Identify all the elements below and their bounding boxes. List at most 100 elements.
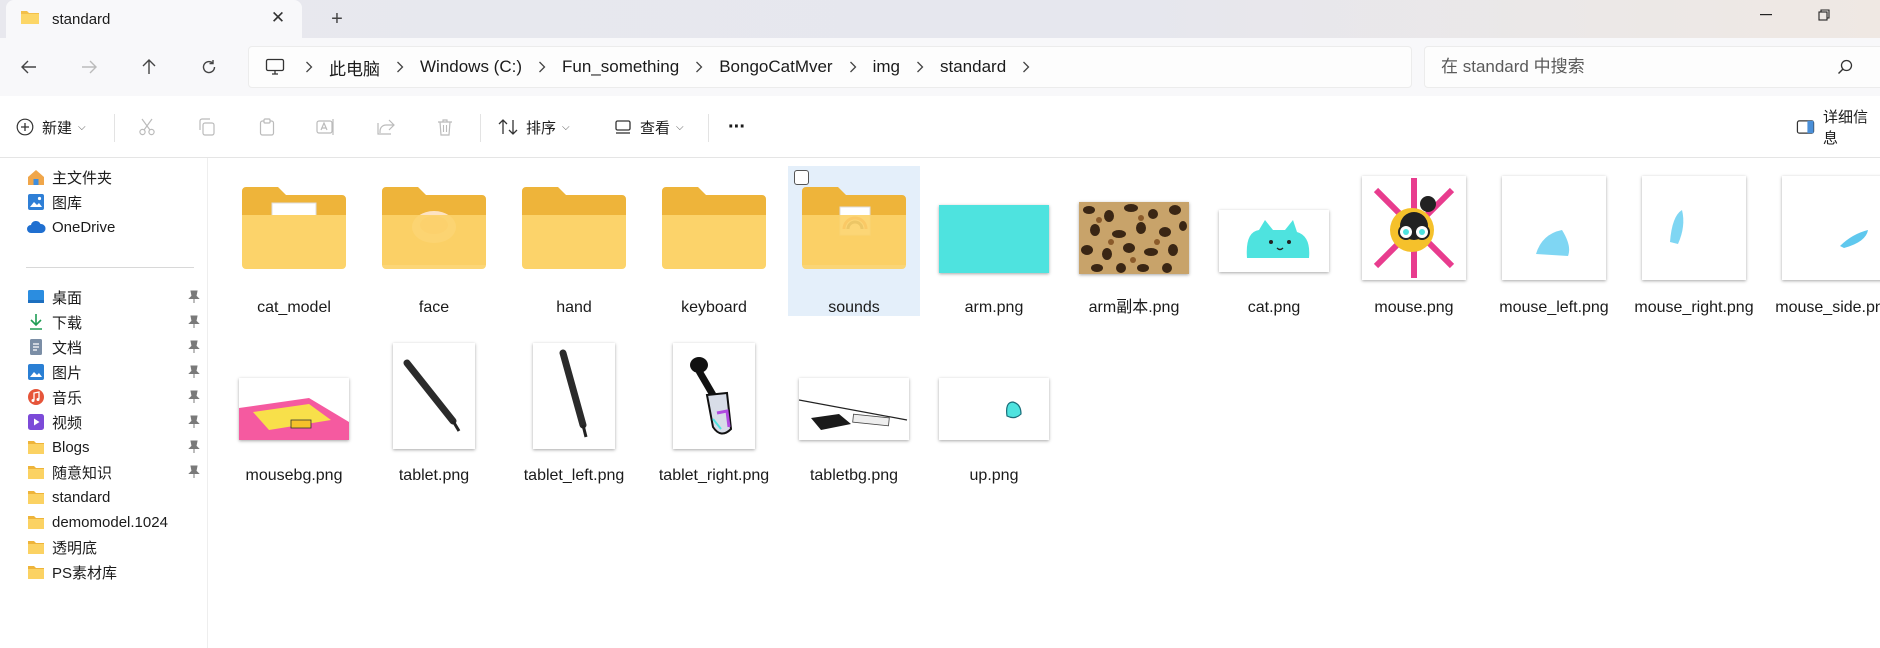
new-button[interactable]: 新建 ⌵ bbox=[16, 110, 86, 144]
file-name: arm.png bbox=[964, 299, 1024, 316]
folder-icon: { } bbox=[236, 170, 352, 286]
file-item-mouse-left[interactable]: mouse_left.png bbox=[1488, 166, 1620, 316]
music-icon bbox=[26, 387, 46, 407]
copy-button[interactable] bbox=[198, 110, 216, 144]
pin-icon[interactable] bbox=[188, 365, 200, 383]
folder-item-sounds[interactable]: sounds bbox=[788, 166, 920, 316]
file-item-mouse-right[interactable]: mouse_right.png bbox=[1628, 166, 1760, 316]
breadcrumb-standard[interactable]: standard bbox=[940, 57, 1006, 77]
folder-icon bbox=[26, 537, 46, 557]
sidebar-item-ps-library[interactable]: PS素材库 bbox=[26, 559, 206, 585]
file-item-tablet[interactable]: tablet.png bbox=[368, 334, 500, 484]
cut-button[interactable] bbox=[138, 110, 156, 144]
new-tab-button[interactable]: + bbox=[324, 6, 350, 32]
restore-icon[interactable] bbox=[1802, 0, 1846, 30]
up-button[interactable] bbox=[134, 52, 164, 82]
chevron-right-icon[interactable] bbox=[305, 61, 313, 73]
pin-icon[interactable] bbox=[188, 390, 200, 408]
chevron-right-icon[interactable] bbox=[538, 61, 546, 73]
delete-button[interactable] bbox=[436, 110, 454, 144]
refresh-button[interactable] bbox=[194, 52, 224, 82]
file-item-cat[interactable]: cat.png bbox=[1208, 166, 1340, 316]
navigation-pane: 主文件夹 图库 OneDrive 桌面 下载 文档 图片 音乐 视频 Blogs… bbox=[0, 158, 208, 648]
sidebar-item-videos[interactable]: 视频 bbox=[26, 409, 206, 435]
sidebar-item-random-knowledge[interactable]: 随意知识 bbox=[26, 459, 206, 485]
folder-item-hand[interactable]: hand bbox=[508, 166, 640, 316]
search-input[interactable] bbox=[1441, 57, 1821, 77]
paste-button[interactable] bbox=[258, 110, 276, 144]
file-item-tablet-right[interactable]: tablet_right.png bbox=[648, 334, 780, 484]
trash-icon bbox=[438, 119, 452, 136]
folder-item-cat-model[interactable]: { } cat_model bbox=[228, 166, 360, 316]
sidebar-item-demomodel[interactable]: demomodel.1024 bbox=[26, 509, 206, 535]
sidebar-item-blogs[interactable]: Blogs bbox=[26, 434, 206, 460]
file-item-mouse-side[interactable]: mouse_side.png bbox=[1768, 166, 1880, 316]
rename-button[interactable] bbox=[316, 110, 336, 144]
pin-icon[interactable] bbox=[188, 415, 200, 433]
breadcrumb-this-pc[interactable]: 此电脑 bbox=[329, 55, 380, 80]
sidebar-item-downloads[interactable]: 下载 bbox=[26, 309, 206, 335]
forward-button[interactable] bbox=[74, 52, 104, 82]
pin-icon[interactable] bbox=[188, 290, 200, 308]
sidebar-item-gallery[interactable]: 图库 bbox=[26, 189, 206, 215]
share-button[interactable] bbox=[376, 110, 396, 144]
view-button[interactable]: 查看 ⌵ bbox=[614, 110, 684, 144]
file-name: mouse_right.png bbox=[1634, 299, 1754, 316]
folder-item-face[interactable]: face bbox=[368, 166, 500, 316]
pin-icon[interactable] bbox=[188, 465, 200, 483]
file-item-mouse[interactable]: mouse.png bbox=[1348, 166, 1480, 316]
scissors-icon bbox=[139, 118, 155, 136]
file-item-tablet-left[interactable]: tablet_left.png bbox=[508, 334, 640, 484]
folder-icon bbox=[26, 487, 46, 507]
file-item-arm-copy[interactable]: arm副本.png bbox=[1068, 166, 1200, 316]
file-item-up[interactable]: up.png bbox=[928, 334, 1060, 484]
chevron-down-icon: ⌵ bbox=[562, 121, 570, 133]
chevron-right-icon[interactable] bbox=[695, 61, 703, 73]
sidebar-item-transparent[interactable]: 透明底 bbox=[26, 534, 206, 560]
details-pane-icon bbox=[1796, 120, 1815, 134]
chevron-right-icon[interactable] bbox=[1022, 61, 1030, 73]
minimize-icon[interactable] bbox=[1744, 0, 1788, 30]
home-icon bbox=[26, 167, 46, 187]
pin-icon[interactable] bbox=[188, 340, 200, 358]
file-name: face bbox=[418, 299, 450, 316]
breadcrumb-bongocatmver[interactable]: BongoCatMver bbox=[719, 57, 832, 77]
sidebar-item-label: 下载 bbox=[52, 314, 83, 332]
chevron-right-icon[interactable] bbox=[396, 61, 404, 73]
sidebar-item-onedrive[interactable]: OneDrive bbox=[26, 214, 206, 240]
file-name: mouse_left.png bbox=[1499, 299, 1609, 316]
breadcrumb-drive-c[interactable]: Windows (C:) bbox=[420, 57, 522, 77]
details-pane-button[interactable]: 详细信息 bbox=[1796, 109, 1880, 147]
sidebar-item-desktop[interactable]: 桌面 bbox=[26, 284, 206, 310]
file-item-tabletbg[interactable]: tabletbg.png bbox=[788, 334, 920, 484]
file-item-mousebg[interactable]: mousebg.png bbox=[228, 334, 360, 484]
pin-icon[interactable] bbox=[188, 440, 200, 458]
breadcrumb-fun-something[interactable]: Fun_something bbox=[562, 57, 679, 77]
sidebar-item-documents[interactable]: 文档 bbox=[26, 334, 206, 360]
search-icon[interactable] bbox=[1837, 59, 1853, 79]
search-box[interactable] bbox=[1424, 46, 1880, 88]
folder-icon bbox=[26, 437, 46, 457]
file-item-arm[interactable]: arm.png bbox=[928, 166, 1060, 316]
chevron-right-icon[interactable] bbox=[849, 61, 857, 73]
chevron-down-icon: ⌵ bbox=[78, 121, 86, 133]
sidebar-item-label: standard bbox=[52, 488, 111, 506]
chevron-right-icon[interactable] bbox=[916, 61, 924, 73]
sidebar-item-home[interactable]: 主文件夹 bbox=[26, 164, 206, 190]
tab-standard[interactable]: standard ✕ bbox=[6, 0, 302, 38]
sidebar-item-label: demomodel.1024 bbox=[52, 513, 168, 531]
sidebar-item-standard[interactable]: standard bbox=[26, 484, 206, 510]
pictures-icon bbox=[26, 362, 46, 382]
folder-icon bbox=[26, 562, 46, 582]
address-bar[interactable]: 此电脑 Windows (C:) Fun_something BongoCatM… bbox=[248, 46, 1412, 88]
close-tab-icon[interactable]: ✕ bbox=[268, 8, 288, 28]
more-options-button[interactable]: ··· bbox=[728, 110, 746, 144]
back-button[interactable] bbox=[14, 52, 44, 82]
sort-button[interactable]: 排序 ⌵ bbox=[498, 110, 570, 144]
pin-icon[interactable] bbox=[188, 315, 200, 333]
folder-icon bbox=[796, 170, 912, 286]
folder-item-keyboard[interactable]: keyboard bbox=[648, 166, 780, 316]
sidebar-item-music[interactable]: 音乐 bbox=[26, 384, 206, 410]
sidebar-item-pictures[interactable]: 图片 bbox=[26, 359, 206, 385]
breadcrumb-img[interactable]: img bbox=[873, 57, 900, 77]
